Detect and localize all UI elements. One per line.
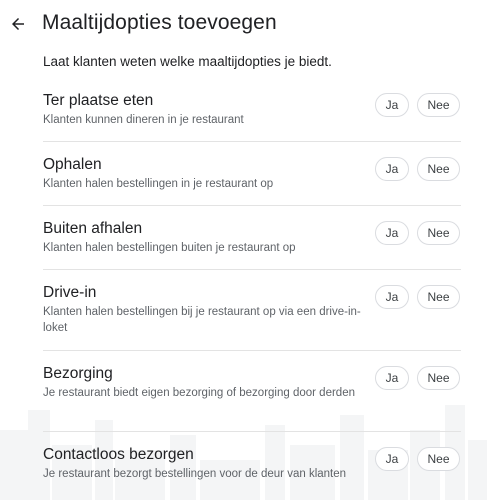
option-title: Contactloos bezorgen — [43, 446, 194, 463]
yes-button[interactable]: Ja — [375, 93, 409, 117]
no-button[interactable]: Nee — [417, 285, 460, 309]
yes-button[interactable]: Ja — [375, 447, 409, 471]
divider — [43, 350, 461, 351]
divider — [43, 269, 461, 270]
option-description: Je restaurant bezorgt bestellingen voor … — [43, 468, 347, 480]
option-title: Ter plaatse eten — [43, 92, 154, 109]
option-description: Klanten halen bestellingen in je restaur… — [43, 178, 274, 190]
no-button[interactable]: Nee — [417, 366, 460, 390]
city-skyline-illustration — [0, 405, 487, 500]
arrow-left-icon — [12, 18, 24, 30]
option-title: Bezorging — [43, 365, 113, 382]
yes-button[interactable]: Ja — [375, 366, 409, 390]
back-button[interactable] — [6, 12, 30, 36]
no-button[interactable]: Nee — [417, 93, 460, 117]
yes-button[interactable]: Ja — [375, 157, 409, 181]
page-title: Maaltijdopties toevoegen — [42, 11, 277, 34]
yes-button[interactable]: Ja — [375, 221, 409, 245]
divider — [43, 205, 461, 206]
divider — [43, 141, 461, 142]
option-description: Klanten kunnen dineren in je restaurant — [43, 114, 244, 126]
no-button[interactable]: Nee — [417, 221, 460, 245]
page-subtitle: Laat klanten weten welke maaltijdopties … — [43, 54, 332, 69]
meal-options-page: Maaltijdopties toevoegen Laat klanten we… — [0, 0, 487, 500]
divider — [43, 431, 461, 432]
option-title: Buiten afhalen — [43, 220, 143, 237]
yes-button[interactable]: Ja — [375, 285, 409, 309]
option-title: Drive-in — [43, 284, 97, 301]
option-description: Je restaurant biedt eigen bezorging of b… — [43, 387, 355, 399]
option-description: Klanten halen bestellingen buiten je res… — [43, 242, 296, 254]
no-button[interactable]: Nee — [417, 157, 460, 181]
option-description: Klanten halen bestellingen bij je restau… — [43, 306, 361, 334]
option-title: Ophalen — [43, 156, 102, 173]
page-header: Maaltijdopties toevoegen — [0, 0, 487, 48]
no-button[interactable]: Nee — [417, 447, 460, 471]
